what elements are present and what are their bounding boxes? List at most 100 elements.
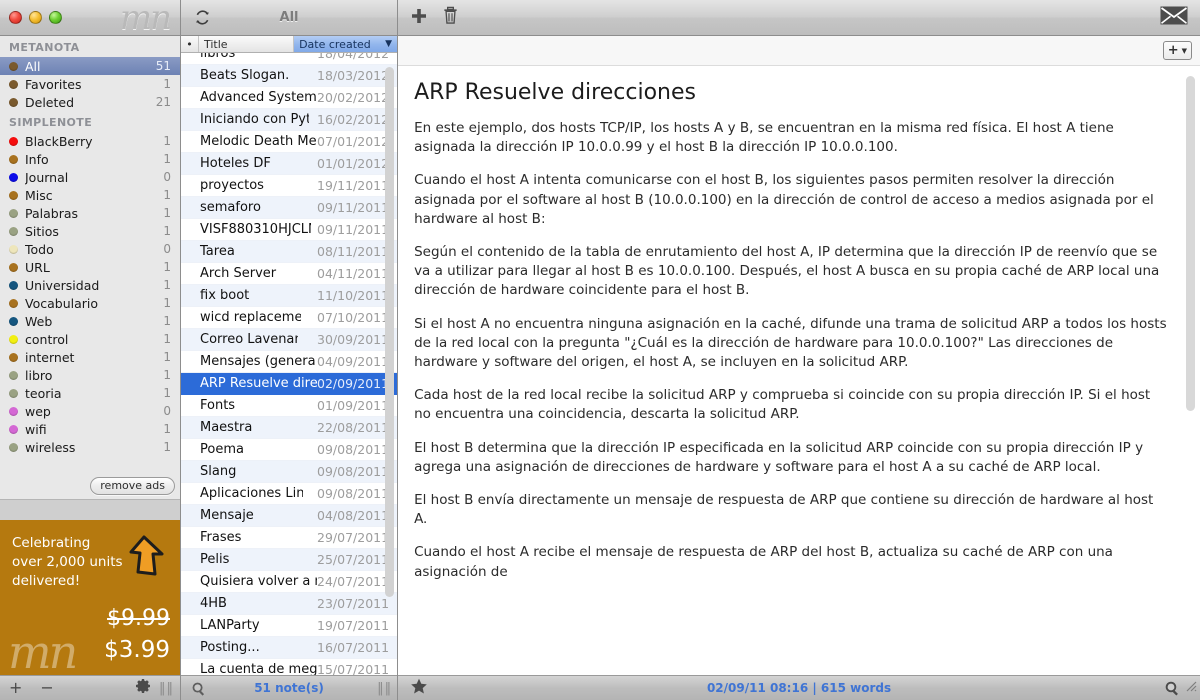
sidebar-item-label: Misc bbox=[25, 187, 53, 203]
sidebar-item-journal[interactable]: Journal 0 bbox=[0, 168, 180, 186]
table-row[interactable]: Beats Slogan. 18/03/2012 bbox=[181, 65, 398, 87]
table-row[interactable]: Mensaje 04/08/2011 bbox=[181, 505, 398, 527]
table-row[interactable]: Iniciando con Python 16/02/2012 bbox=[181, 109, 398, 131]
resize-grip[interactable]: ‖‖ bbox=[159, 681, 174, 696]
sidebar-item-sitios[interactable]: Sitios 1 bbox=[0, 222, 180, 240]
ad-price-old: $9.99 bbox=[107, 606, 170, 631]
sidebar-item-todo[interactable]: Todo 0 bbox=[0, 240, 180, 258]
column-header-bullet[interactable]: • bbox=[181, 36, 199, 52]
note-toolbar bbox=[398, 0, 1200, 36]
star-icon[interactable] bbox=[398, 678, 428, 699]
sidebar-item-vocabulario[interactable]: Vocabulario 1 bbox=[0, 294, 180, 312]
table-row[interactable]: wicd replacement 07/10/2011 bbox=[181, 307, 398, 329]
note-row-date: 07/10/2011 bbox=[317, 310, 390, 325]
envelope-icon[interactable] bbox=[1160, 6, 1188, 29]
zoom-button[interactable] bbox=[49, 11, 62, 24]
plus-icon[interactable] bbox=[410, 7, 428, 29]
note-list[interactable]: libros 18/04/2012 Beats Slogan. 18/03/2012 A… bbox=[181, 53, 398, 675]
ad-price-new: $3.99 bbox=[104, 637, 170, 663]
sidebar-item-palabras[interactable]: Palabras 1 bbox=[0, 204, 180, 222]
note-tag-bar[interactable]: + ▼ bbox=[398, 36, 1200, 66]
table-row[interactable]: Melodic Death Metal Albums07/01/2012 bbox=[181, 131, 398, 153]
table-row[interactable]: La cuenta de mega: ZonAIO pass: U-M4d15/… bbox=[181, 659, 397, 675]
list-resize-grip[interactable]: ‖‖ bbox=[377, 681, 397, 696]
sidebar-item-teoria[interactable]: teoria 1 bbox=[0, 384, 180, 402]
note-row-date: 30/09/2011 bbox=[317, 332, 390, 347]
table-row[interactable]: LANParty 19/07/2011 bbox=[181, 615, 398, 637]
ad-container[interactable]: Celebrating over 2,000 units delivered! … bbox=[0, 499, 180, 675]
note-row-title: Mensajes (generadores) bbox=[200, 354, 316, 369]
note-content[interactable]: ARP Resuelve direcciones En este ejemplo… bbox=[398, 66, 1200, 675]
table-row[interactable]: Mensajes (generadores)04/09/2011 bbox=[181, 351, 398, 373]
sidebar-list[interactable]: METANOTA All 51 Favorites 1 Deleted 21 S… bbox=[0, 36, 180, 475]
table-row[interactable]: Correo Lavenant 30/09/2011 bbox=[181, 329, 398, 351]
note-row-date: 25/07/2011 bbox=[317, 552, 390, 567]
table-row[interactable]: libros 18/04/2012 bbox=[181, 53, 398, 65]
sidebar-item-url[interactable]: URL 1 bbox=[0, 258, 180, 276]
table-row[interactable]: Advanced SystemCare PRO 520/02/2012 bbox=[181, 87, 398, 109]
table-row[interactable]: Arch Server 04/11/2011 bbox=[181, 263, 398, 285]
sidebar-item-info[interactable]: Info 1 bbox=[0, 150, 180, 168]
table-row[interactable]: Slang 09/08/2011 bbox=[181, 461, 398, 483]
sidebar-item-blackberry[interactable]: BlackBerry 1 bbox=[0, 132, 180, 150]
close-button[interactable] bbox=[9, 11, 22, 24]
sidebar-item-deleted[interactable]: Deleted 21 bbox=[0, 93, 180, 111]
sidebar-item-favorites[interactable]: Favorites 1 bbox=[0, 75, 180, 93]
table-row[interactable]: semaforo 09/11/2011 bbox=[181, 197, 398, 219]
list-scrollbar[interactable] bbox=[385, 67, 395, 597]
table-row[interactable]: 4HB 23/07/2011 bbox=[181, 593, 398, 615]
add-tag-button[interactable]: + ▼ bbox=[1162, 41, 1192, 60]
minimize-button[interactable] bbox=[29, 11, 42, 24]
table-row[interactable]: proyectos 19/11/2011 bbox=[181, 175, 398, 197]
table-row[interactable]: Maestra 22/08/2011 bbox=[181, 417, 398, 439]
trash-icon[interactable] bbox=[442, 6, 459, 29]
sidebar-item-wireless[interactable]: wireless 1 bbox=[0, 438, 180, 456]
search-icon[interactable] bbox=[181, 681, 206, 696]
column-header-date[interactable]: Date created ▼ bbox=[294, 36, 398, 52]
refresh-icon[interactable] bbox=[191, 7, 213, 29]
sidebar-item-wep[interactable]: wep 0 bbox=[0, 402, 180, 420]
search-icon[interactable] bbox=[1164, 680, 1186, 696]
table-row[interactable]: fix boot 11/10/2011 bbox=[181, 285, 398, 307]
tag-color-dot bbox=[9, 190, 18, 200]
note-bottom-bar: 02/09/11 08:16 | 615 words bbox=[398, 675, 1200, 700]
note-row-title: Mensaje bbox=[200, 508, 254, 523]
list-bottom-bar: 51 note(s) ‖‖ bbox=[181, 675, 398, 700]
gear-icon[interactable] bbox=[135, 678, 151, 698]
sidebar-item-web[interactable]: Web 1 bbox=[0, 312, 180, 330]
sidebar-item-all[interactable]: All 51 bbox=[0, 57, 180, 75]
table-row[interactable]: ARP Resuelve direcciones02/09/2011 bbox=[181, 373, 398, 395]
table-row[interactable]: Pelis 25/07/2011 bbox=[181, 549, 398, 571]
note-scrollbar[interactable] bbox=[1186, 76, 1195, 411]
table-row[interactable]: Posting... 16/07/2011 bbox=[181, 637, 398, 659]
note-row-date: 23/07/2011 bbox=[317, 596, 390, 611]
tag-color-dot bbox=[9, 262, 18, 272]
table-row[interactable]: Frases 29/07/2011 bbox=[181, 527, 398, 549]
note-row-date: 09/08/2011 bbox=[317, 442, 390, 457]
ad-banner[interactable]: Celebrating over 2,000 units delivered! … bbox=[0, 520, 180, 675]
table-row[interactable]: Aplicaciones Linux 09/08/2011 bbox=[181, 483, 398, 505]
column-header-title[interactable]: Title bbox=[199, 36, 295, 52]
sidebar-item-control[interactable]: control 1 bbox=[0, 330, 180, 348]
table-row[interactable]: VISF880310HJCLNR0809/11/2011 bbox=[181, 219, 398, 241]
sidebar-item-universidad[interactable]: Universidad 1 bbox=[0, 276, 180, 294]
table-row[interactable]: Poema 09/08/2011 bbox=[181, 439, 398, 461]
up-arrow-icon bbox=[124, 534, 166, 582]
sidebar-item-internet[interactable]: internet 1 bbox=[0, 348, 180, 366]
remove-ads-button[interactable]: remove ads bbox=[90, 477, 175, 495]
window-resize-grip[interactable] bbox=[1186, 681, 1200, 695]
table-row[interactable]: Fonts 01/09/2011 bbox=[181, 395, 398, 417]
sidebar-item-misc[interactable]: Misc 1 bbox=[0, 186, 180, 204]
sidebar-item-libro[interactable]: libro 1 bbox=[0, 366, 180, 384]
table-row[interactable]: Hoteles DF 01/01/2012 bbox=[181, 153, 398, 175]
sidebar-item-label: wireless bbox=[25, 439, 76, 455]
tag-color-dot bbox=[9, 208, 18, 218]
table-row[interactable]: Quisiera volver a nacer ahí donde podría… bbox=[181, 571, 398, 593]
sidebar-item-wifi[interactable]: wifi 1 bbox=[0, 420, 180, 438]
sidebar-item-label: libro bbox=[25, 367, 53, 383]
sidebar-item-count: 1 bbox=[163, 440, 171, 454]
remove-tag-button[interactable]: − bbox=[31, 680, 62, 696]
add-tag-button[interactable]: + bbox=[0, 680, 31, 696]
window-controls[interactable] bbox=[0, 11, 62, 24]
table-row[interactable]: Tarea 08/11/2011 bbox=[181, 241, 398, 263]
